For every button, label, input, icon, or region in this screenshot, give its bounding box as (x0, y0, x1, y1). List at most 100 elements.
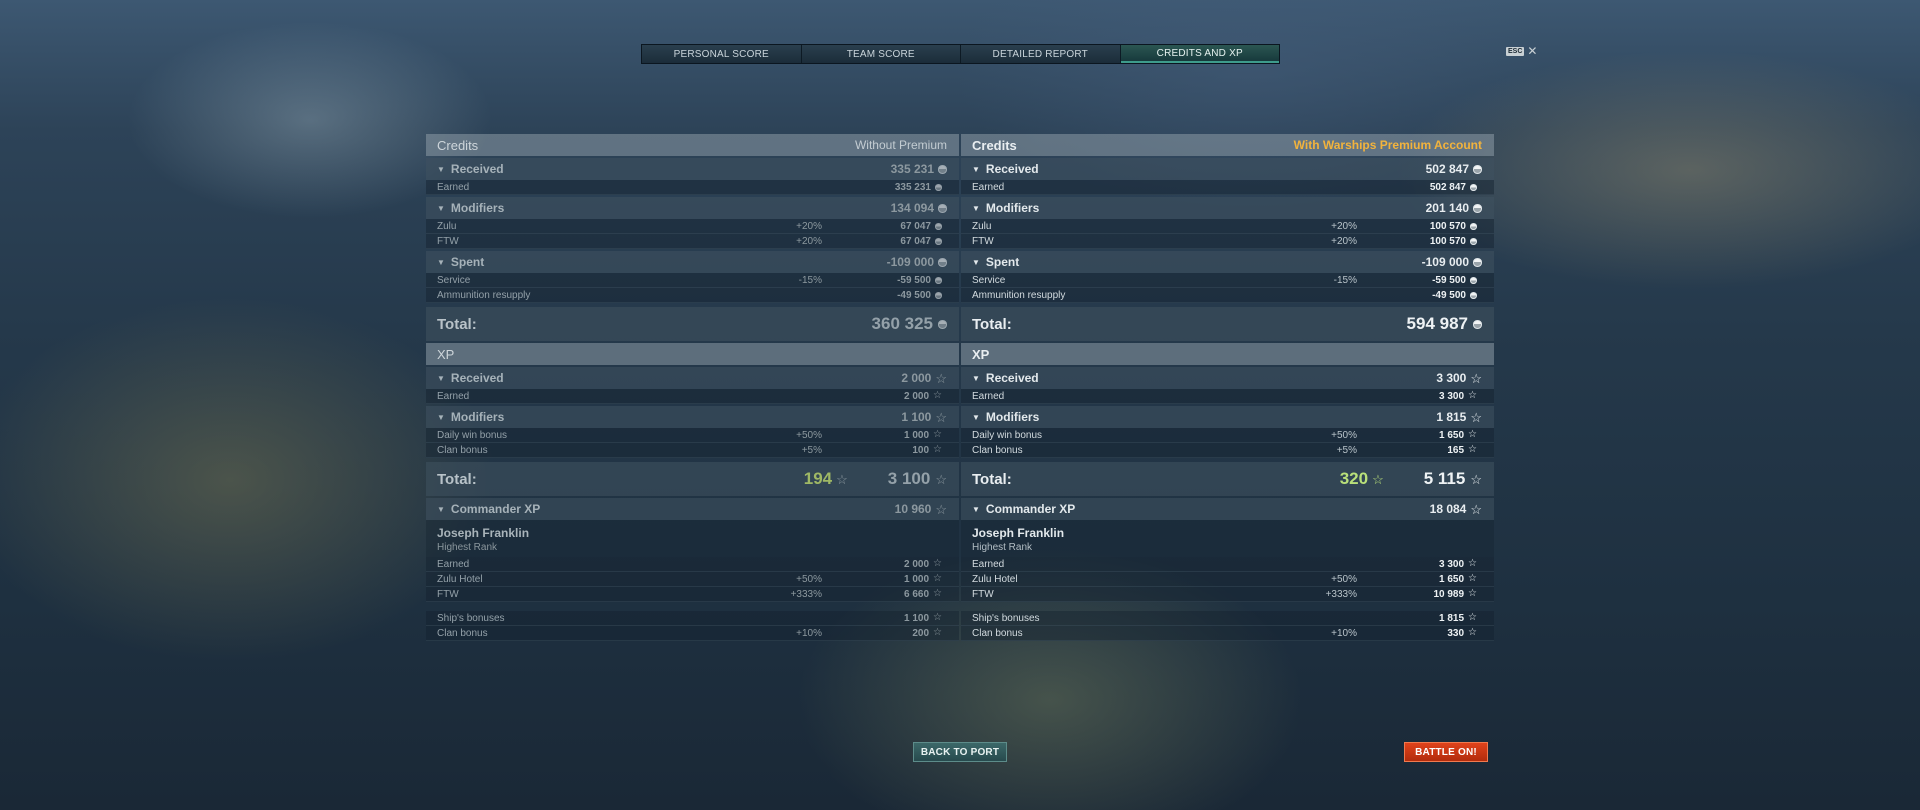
xp-star-icon: ☆ (933, 588, 942, 599)
commander-row: Zulu Hotel +50% 1 000 ☆ (426, 572, 959, 587)
row-amount: 3 300 (1439, 558, 1465, 570)
free-xp-amount: 194 (803, 469, 833, 488)
xp-modifiers-section[interactable]: ▼ Modifiers 1 815 ☆ (961, 406, 1494, 428)
section-label: Modifiers (985, 410, 1040, 424)
total-amount: 3 100 (887, 469, 931, 488)
row-percent: +10% (796, 627, 822, 639)
xp-received-section[interactable]: ▼ Received 3 300 ☆ (961, 367, 1494, 389)
xp-row: Clan bonus +5% 165 ☆ (961, 443, 1494, 458)
credits-spent-section[interactable]: ▼ Spent -109 000 (961, 251, 1494, 273)
section-toggle: ▼ Modifiers (972, 410, 1039, 424)
row-value: 1 100 ☆ (822, 613, 942, 624)
row-value: 100 ☆ (822, 445, 942, 456)
section-toggle: ▼ Received (437, 162, 504, 176)
section-toggle: ▼ Received (972, 162, 1039, 176)
xp-star-icon: ☆ (1468, 573, 1477, 584)
row-amount: 330 (1447, 627, 1465, 639)
row-percent: +20% (1331, 235, 1357, 247)
row-label: Earned (437, 181, 470, 193)
row-value: 10 989 ☆ (1357, 589, 1477, 600)
row-percent: +50% (796, 429, 822, 441)
section-label: Modifiers (450, 410, 505, 424)
row-value: 335 231 (822, 182, 942, 193)
section-value: -109 000 (887, 255, 947, 269)
credits-coin-icon (1473, 164, 1482, 174)
xp-received-section[interactable]: ▼ Received 2 000 ☆ (426, 367, 959, 389)
collapse-triangle-icon: ▼ (437, 257, 445, 267)
credits-coin-icon (1470, 237, 1477, 245)
collapse-triangle-icon: ▼ (972, 412, 980, 422)
row-value: 1 000 ☆ (822, 574, 942, 585)
credits-coin-icon (935, 183, 942, 191)
row-percent: +333% (790, 588, 822, 600)
section-amount: -109 000 (886, 255, 934, 269)
row-value: 100 570 (1357, 236, 1477, 247)
row-percent: +5% (801, 444, 822, 456)
row-label: Ammunition resupply (972, 289, 1066, 301)
xp-star-icon: ☆ (1470, 370, 1482, 386)
row-amount: 6 660 (904, 588, 930, 600)
ship-bonus-row: Clan bonus +10% 330 ☆ (961, 626, 1494, 641)
tab-credits-and-xp[interactable]: CREDITS AND XP (1120, 45, 1279, 63)
row-amount: -49 500 (897, 289, 931, 301)
tab-team-score[interactable]: TEAM SCORE (801, 45, 961, 63)
row-value: 2 000 ☆ (822, 391, 942, 402)
xp-star-icon: ☆ (933, 573, 942, 584)
commander-xp-section[interactable]: ▼ Commander XP 18 084 ☆ (961, 498, 1494, 520)
row-value: -49 500 (1357, 290, 1477, 301)
credits-modifiers-section[interactable]: ▼ Modifiers 201 140 (961, 197, 1494, 219)
xp-star-icon: ☆ (1470, 471, 1482, 487)
commander-rank: Highest Rank (972, 542, 1033, 553)
credits-total-value: 594 987 (1407, 314, 1482, 334)
commander-card: Joseph Franklin Highest Rank (426, 520, 959, 557)
xp-star-icon: ☆ (1468, 558, 1477, 569)
credits-coin-icon (1473, 203, 1482, 213)
credits-coin-icon (938, 257, 947, 267)
xp-star-icon: ☆ (836, 471, 848, 487)
xp-star-icon: ☆ (1468, 612, 1477, 623)
row-percent: -15% (798, 274, 822, 286)
battle-on-button[interactable]: BATTLE ON! (1404, 742, 1488, 762)
row-label: Zulu Hotel (437, 573, 483, 585)
credits-spent-section[interactable]: ▼ Spent -109 000 (426, 251, 959, 273)
row-value: 1 815 ☆ (1357, 613, 1477, 624)
row-amount: -59 500 (897, 274, 931, 286)
total-label: Total: (437, 470, 477, 488)
commander-xp-section[interactable]: ▼ Commander XP 10 960 ☆ (426, 498, 959, 520)
credits-modifiers-section[interactable]: ▼ Modifiers 134 094 (426, 197, 959, 219)
section-toggle: ▼ Modifiers (437, 201, 504, 215)
section-value: 3 300 ☆ (1436, 371, 1482, 385)
xp-modifiers-section[interactable]: ▼ Modifiers 1 100 ☆ (426, 406, 959, 428)
credits-coin-icon (935, 222, 942, 230)
close-button[interactable]: ESC ✕ (1506, 45, 1537, 57)
credits-coin-icon (935, 237, 942, 245)
section-label: Received (450, 162, 504, 176)
tab-personal-score[interactable]: PERSONAL SCORE (642, 45, 802, 63)
xp-star-icon: ☆ (933, 390, 942, 401)
credits-row: FTW +20% 100 570 (961, 234, 1494, 249)
row-value: 100 570 (1357, 221, 1477, 232)
credits-received-section[interactable]: ▼ Received 502 847 (961, 158, 1494, 180)
total-amount: 360 325 (871, 314, 933, 333)
collapse-triangle-icon: ▼ (437, 504, 445, 514)
row-amount: 100 (912, 444, 930, 456)
tab-bar: PERSONAL SCORE TEAM SCORE DETAILED REPOR… (641, 44, 1280, 64)
row-value: 1 000 ☆ (822, 430, 942, 441)
collapse-triangle-icon: ▼ (972, 257, 980, 267)
section-toggle: ▼ Spent (437, 255, 484, 269)
row-value: 330 ☆ (1357, 628, 1477, 639)
commander-row: Earned 2 000 ☆ (426, 557, 959, 572)
tab-detailed-report[interactable]: DETAILED REPORT (961, 45, 1121, 63)
row-amount: 3 300 (1439, 390, 1465, 402)
section-amount: 1 100 (901, 410, 932, 424)
row-label: Daily win bonus (437, 429, 508, 441)
row-label: Clan bonus (972, 444, 1023, 456)
section-value: 502 847 (1426, 162, 1482, 176)
total-label: Total: (437, 315, 477, 333)
section-label: Commander XP (450, 502, 541, 516)
credits-received-section[interactable]: ▼ Received 335 231 (426, 158, 959, 180)
back-to-port-button[interactable]: BACK TO PORT (913, 742, 1007, 762)
xp-star-icon: ☆ (1468, 588, 1477, 599)
row-label: Zulu (437, 220, 457, 232)
